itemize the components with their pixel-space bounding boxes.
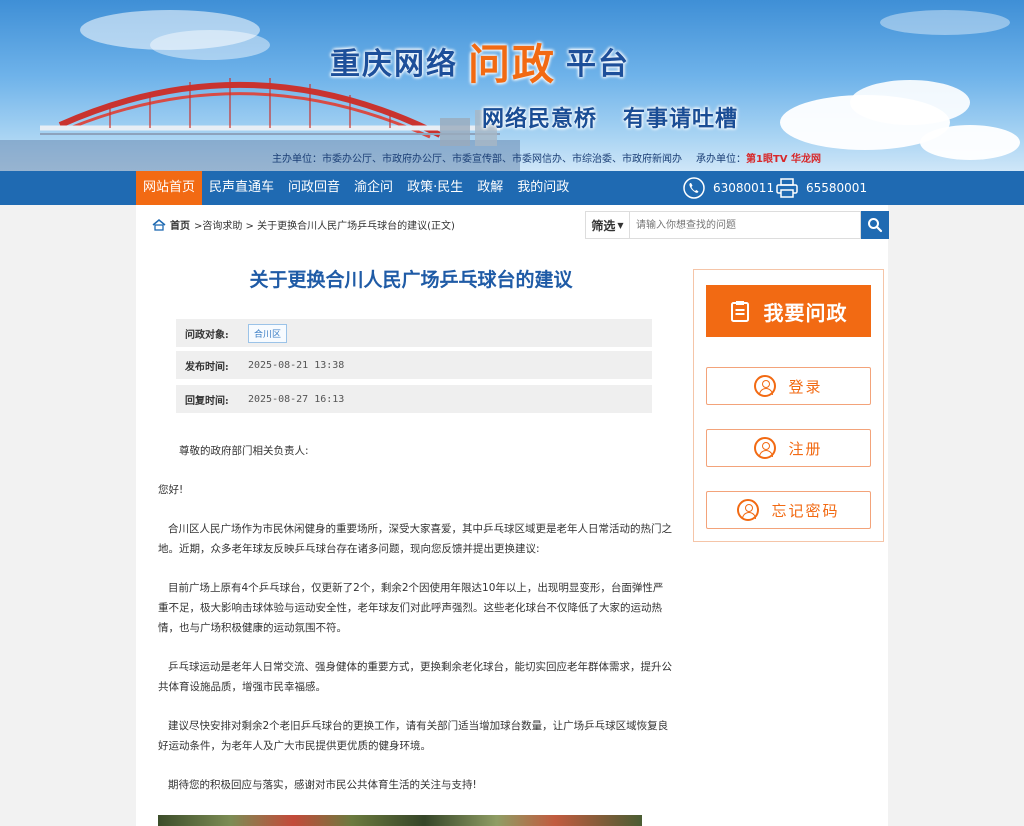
target-label: 问政对象:	[185, 329, 229, 341]
printer-icon	[776, 178, 798, 198]
register-label: 注册	[788, 439, 823, 458]
fax-number: 65580001	[806, 181, 868, 195]
search-input[interactable]	[629, 211, 861, 239]
paragraph-4: 建议尽快安排对剩余2个老旧乒乓球台的更换工作，请有关部门适当增加球台数量，让广场…	[158, 720, 669, 752]
breadcrumb-home-link[interactable]: 首页	[170, 217, 190, 232]
cloud-decoration	[880, 10, 1010, 35]
main-content: 首页 >咨询求助 > 关于更换合川人民广场乒乓球台的建议(正文) 筛选 ▼ 关于…	[136, 205, 889, 826]
header-banner: 重庆网络 问政 平台 网络民意桥 有事请吐槽 主办单位：市委办公厅、市政府办公厅…	[0, 0, 1024, 171]
main-nav: 网站首页 民声直通车 问政回音 渝企问 政策·民生 政解 我的问政 630800…	[0, 171, 1024, 205]
reply-time: 2025-08-27 16:13	[248, 393, 345, 405]
user-panel: 我要问政 登录 注册 忘记密码	[693, 269, 884, 542]
document-icon	[730, 301, 749, 322]
login-button[interactable]: 登录	[706, 367, 871, 405]
organizer-info: 主办单位：市委办公厅、市政府办公厅、市委宣传部、市委网信办、市综治委、市政府新闻…	[272, 150, 821, 165]
site-title-part2: 平台	[566, 47, 631, 82]
phone-icon	[683, 177, 705, 199]
publish-label: 发布时间:	[185, 361, 229, 373]
undertaker-logo: 第1眼TV 华龙网	[746, 154, 821, 165]
nav-item-interpretation[interactable]: 政解	[470, 171, 510, 205]
login-label: 登录	[788, 377, 823, 396]
user-icon	[754, 375, 777, 397]
slogan-right: 有事请吐槽	[623, 107, 739, 132]
breadcrumb: 首页 >咨询求助 > 关于更换合川人民广场乒乓球台的建议(正文)	[152, 217, 455, 232]
paragraph-2: 目前广场上原有4个乒乓球台，仅更新了2个，剩余2个因使用年限达10年以上，出现明…	[158, 582, 664, 634]
phone-number: 63080011	[713, 181, 775, 195]
meta-target-row: 问政对象: 合川区	[176, 319, 652, 347]
nav-item-my-questions[interactable]: 我的问政	[510, 171, 576, 205]
paragraph-3: 乒乓球运动是老年人日常交流、强身健体的重要方式，更换剩余老化球台，能切实回应老年…	[158, 661, 672, 693]
nav-item-home[interactable]: 网站首页	[136, 171, 203, 205]
breadcrumb-path: >咨询求助 > 关于更换合川人民广场乒乓球台的建议(正文)	[194, 221, 455, 232]
home-icon[interactable]	[152, 218, 166, 231]
register-button[interactable]: 注册	[706, 429, 871, 467]
meta-reply-row: 回复时间: 2025-08-27 16:13	[176, 385, 652, 413]
nav-item-replies[interactable]: 问政回音	[281, 171, 347, 205]
nav-item-policy[interactable]: 政策·民生	[400, 171, 470, 205]
greeting: 您好!	[158, 484, 184, 496]
cloud-decoration	[850, 80, 970, 125]
search-bar: 筛选 ▼	[585, 211, 889, 239]
site-title-highlight: 问政	[468, 39, 557, 89]
article-photo	[158, 815, 642, 826]
organizers-text: 主办单位：市委办公厅、市政府办公厅、市委宣传部、市委网信办、市综治委、市政府新闻…	[272, 154, 682, 165]
filter-label: 筛选	[591, 218, 616, 233]
paragraph-5: 期待您的积极回应与落实，感谢对市民公共体育生活的关注与支持!	[168, 779, 477, 791]
undertaker-info: 承办单位：第1眼TV 华龙网	[696, 150, 821, 165]
forgot-password-label: 忘记密码	[771, 501, 840, 520]
reply-label: 回复时间:	[185, 395, 229, 407]
user-icon	[754, 437, 777, 459]
slogan-left: 网络民意桥	[482, 107, 598, 132]
meta-publish-row: 发布时间: 2025-08-21 13:38	[176, 351, 652, 379]
salutation: 尊敬的政府部门相关负责人:	[179, 445, 309, 457]
site-slogan: 网络民意桥 有事请吐槽	[482, 101, 738, 133]
site-title-part1: 重庆网络	[330, 47, 458, 82]
target-tag[interactable]: 合川区	[248, 323, 288, 343]
search-button[interactable]	[861, 211, 889, 239]
nav-menu: 网站首页 民声直通车 问政回音 渝企问 政策·民生 政解 我的问政	[136, 171, 576, 205]
fax-contact: 65580001	[776, 171, 867, 205]
nav-item-enterprise[interactable]: 渝企问	[347, 171, 400, 205]
paragraph-1: 合川区人民广场作为市民休闲健身的重要场所，深受大家喜爱，其中乒乓球区域更是老年人…	[158, 523, 672, 555]
nav-item-voice-express[interactable]: 民声直通车	[202, 171, 281, 205]
forgot-password-button[interactable]: 忘记密码	[706, 491, 871, 529]
caret-down-icon: ▼	[617, 220, 624, 230]
site-title: 重庆网络 问政 平台	[330, 36, 631, 89]
article-title: 关于更换合川人民广场乒乓球台的建议	[249, 269, 573, 291]
cloud-decoration	[920, 125, 1020, 160]
filter-dropdown[interactable]: 筛选 ▼	[585, 211, 629, 239]
ask-question-label: 我要问政	[763, 300, 848, 325]
undertaker-label: 承办单位：	[696, 154, 746, 165]
user-icon	[737, 499, 760, 521]
publish-time: 2025-08-21 13:38	[248, 359, 345, 371]
phone-contact: 63080011	[683, 171, 774, 205]
search-icon	[868, 218, 883, 233]
ask-question-button[interactable]: 我要问政	[706, 285, 871, 337]
